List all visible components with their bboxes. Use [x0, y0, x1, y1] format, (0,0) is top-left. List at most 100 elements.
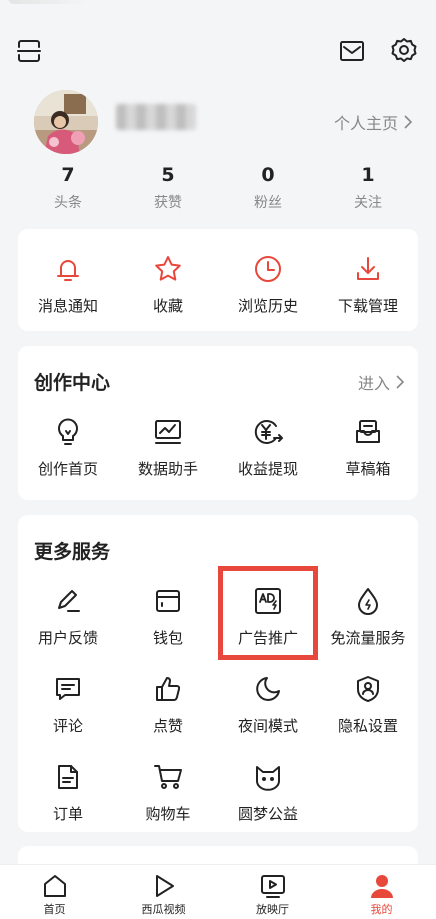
- tab-mine-label: 我的: [370, 903, 393, 916]
- tab-xigua-label: 西瓜视频: [141, 903, 186, 916]
- draft-icon: [356, 420, 380, 443]
- tab-mine[interactable]: 我的: [327, 865, 436, 919]
- stat-likes[interactable]: 5 获赞: [118, 164, 218, 214]
- profile-home-label: 个人主页: [333, 114, 398, 133]
- notifications-button[interactable]: 消息通知: [18, 251, 118, 316]
- yen-icon: [254, 420, 283, 444]
- stat-label: 粉丝: [254, 195, 282, 211]
- drop-bolt-icon: [358, 588, 378, 615]
- profile-stats: 7 头条 5 获赞 0 粉丝 1 关注: [18, 164, 418, 214]
- cart-label: 购物车: [145, 805, 191, 823]
- drafts-button[interactable]: 草稿箱: [318, 414, 418, 479]
- orders-label: 订单: [52, 805, 83, 823]
- stat-toutiao[interactable]: 7 头条: [18, 164, 118, 214]
- wallet-button[interactable]: 钱包: [118, 583, 218, 648]
- bell-icon: [57, 260, 79, 281]
- wallet-icon: [156, 590, 180, 612]
- shield-user-icon: [357, 676, 379, 702]
- tv-play-icon: [260, 875, 285, 898]
- comments-button[interactable]: 评论: [18, 671, 118, 736]
- person-icon: [370, 875, 393, 898]
- likes-button[interactable]: 点赞: [118, 671, 218, 736]
- creation-enter-link[interactable]: 进入: [358, 370, 404, 394]
- avatar[interactable]: [34, 90, 98, 154]
- cat-icon: [256, 766, 280, 791]
- settings-button[interactable]: [388, 34, 420, 66]
- tab-home-label: 首页: [43, 903, 66, 916]
- orders-button[interactable]: 订单: [18, 759, 118, 824]
- withdraw-button[interactable]: 收益提现: [218, 414, 318, 479]
- mail-icon: [340, 41, 364, 61]
- username-blurred: [116, 104, 196, 130]
- drafts-label: 草稿箱: [345, 460, 391, 478]
- ad-promotion-button[interactable]: 广告推广: [218, 583, 318, 648]
- stat-value: 5: [161, 164, 175, 186]
- history-label: 浏览历史: [237, 297, 298, 315]
- tab-cinema-label: 放映厅: [256, 903, 289, 916]
- data-assistant-label: 数据助手: [137, 460, 198, 478]
- more-services-card: 更多服务 用户反馈 钱包 广告推广 免流量服务 评论 点赞 夜间模式 隐私设置 …: [18, 515, 418, 832]
- stat-label: 头条: [54, 195, 82, 211]
- notifications-label: 消息通知: [37, 297, 98, 315]
- wallet-label: 钱包: [152, 629, 183, 647]
- scan-button[interactable]: [14, 36, 44, 66]
- favorites-button[interactable]: 收藏: [118, 251, 218, 316]
- moon-icon: [256, 677, 280, 701]
- night-mode-button[interactable]: 夜间模式: [218, 671, 318, 736]
- document-icon: [58, 765, 78, 789]
- free-data-button[interactable]: 免流量服务: [318, 583, 418, 648]
- stat-label: 关注: [354, 195, 382, 211]
- bottom-tab-bar: 首页 西瓜视频 放映厅 我的: [0, 864, 436, 919]
- creation-center-card: 创作中心 进入 创作首页 数据助手 收益提现 草稿箱: [18, 346, 418, 500]
- privacy-button[interactable]: 隐私设置: [318, 671, 418, 736]
- chevron-right-icon: [404, 115, 412, 129]
- creation-home-label: 创作首页: [37, 460, 98, 478]
- data-assistant-button[interactable]: 数据助手: [118, 414, 218, 479]
- creation-home-button[interactable]: 创作首页: [18, 414, 118, 479]
- stat-label: 获赞: [154, 195, 182, 211]
- download-icon: [357, 257, 379, 280]
- star-icon: [155, 256, 181, 281]
- profile-home-link[interactable]: 个人主页: [334, 110, 412, 134]
- feedback-button[interactable]: 用户反馈: [18, 583, 118, 648]
- stat-value: 7: [61, 164, 75, 186]
- chart-icon: [155, 420, 181, 444]
- charity-label: 圆梦公益: [237, 805, 298, 823]
- cart-button[interactable]: 购物车: [118, 759, 218, 824]
- comment-icon: [56, 678, 80, 700]
- downloads-button[interactable]: 下载管理: [318, 251, 418, 316]
- pen-icon: [58, 590, 80, 612]
- cart-icon: [154, 765, 182, 789]
- gear-icon: [391, 38, 417, 62]
- history-button[interactable]: 浏览历史: [218, 251, 318, 316]
- chevron-right-icon: [396, 375, 404, 389]
- mail-button[interactable]: [336, 36, 368, 66]
- more-services-title: 更多服务: [34, 541, 111, 563]
- comments-label: 评论: [52, 717, 83, 735]
- ad-promotion-label: 广告推广: [237, 629, 298, 647]
- avatar-photo: [34, 90, 98, 154]
- lightbulb-icon: [58, 418, 78, 445]
- tab-home[interactable]: 首页: [0, 865, 109, 919]
- thumb-up-icon: [156, 677, 181, 701]
- stat-value: 1: [361, 164, 375, 186]
- stat-following[interactable]: 1 关注: [318, 164, 418, 214]
- downloads-label: 下载管理: [337, 297, 398, 315]
- clock-icon: [255, 256, 281, 282]
- stat-followers[interactable]: 0 粉丝: [218, 164, 318, 214]
- stat-value: 0: [261, 164, 275, 186]
- feedback-label: 用户反馈: [37, 629, 98, 647]
- creation-center-title: 创作中心: [34, 372, 111, 394]
- charity-button[interactable]: 圆梦公益: [218, 759, 318, 824]
- tab-xigua-video[interactable]: 西瓜视频: [109, 865, 218, 919]
- withdraw-label: 收益提现: [237, 460, 298, 478]
- play-icon: [155, 875, 174, 897]
- scan-icon: [17, 40, 41, 62]
- tab-cinema[interactable]: 放映厅: [218, 865, 327, 919]
- quick-actions-card: 消息通知 收藏 浏览历史 下载管理: [18, 229, 418, 331]
- home-icon: [43, 875, 66, 897]
- ad-icon: [255, 588, 281, 614]
- night-mode-label: 夜间模式: [237, 717, 298, 735]
- favorites-label: 收藏: [152, 297, 183, 315]
- likes-label: 点赞: [152, 717, 183, 735]
